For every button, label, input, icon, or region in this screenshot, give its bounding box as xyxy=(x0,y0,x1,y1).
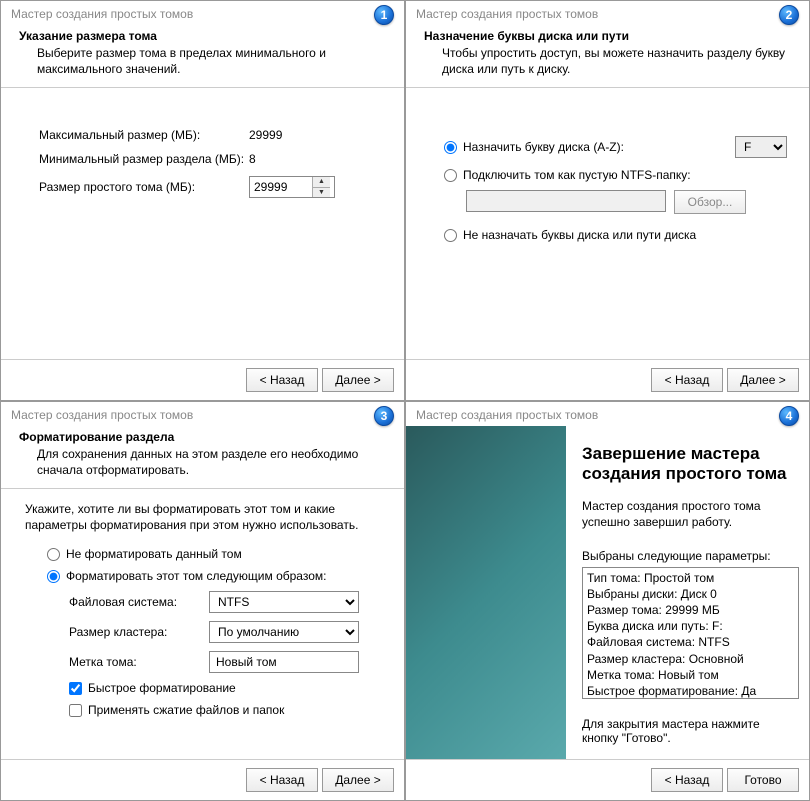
list-item: Буква диска или путь: F: xyxy=(587,618,794,634)
max-size-label: Максимальный размер (МБ): xyxy=(39,128,249,142)
browse-button: Обзор... xyxy=(674,190,746,214)
max-size-value: 29999 xyxy=(249,128,282,142)
min-size-label: Минимальный размер раздела (МБ): xyxy=(39,152,249,166)
wizard-step-drive-letter: Мастер создания простых томов 2 Назначен… xyxy=(405,0,810,401)
step-badge-1: 1 xyxy=(374,5,394,25)
volume-size-spinner[interactable]: ▲ ▼ xyxy=(249,176,335,198)
step-badge-2: 2 xyxy=(779,5,799,25)
back-button[interactable]: < Назад xyxy=(246,368,318,392)
quick-format-label: Быстрое форматирование xyxy=(88,681,236,695)
list-item: Размер кластера: Основной xyxy=(587,651,794,667)
no-assign-radio[interactable] xyxy=(444,229,457,242)
window-title: Мастер создания простых томов xyxy=(1,1,404,25)
cluster-label: Размер кластера: xyxy=(69,625,209,639)
compress-label: Применять сжатие файлов и папок xyxy=(88,703,284,717)
footer: < Назад Далее > xyxy=(406,359,809,400)
close-hint: Для закрытия мастера нажмите кнопку "Гот… xyxy=(582,717,799,745)
header: Указание размера тома Выберите размер то… xyxy=(1,25,404,87)
body: Максимальный размер (МБ): 29999 Минималь… xyxy=(1,88,404,358)
mount-path-input xyxy=(466,190,666,212)
header-title: Форматирование раздела xyxy=(19,430,386,444)
finish-title: Завершение мастера создания простого том… xyxy=(582,444,799,485)
compress-checkbox[interactable] xyxy=(69,704,82,717)
body: Назначить букву диска (A-Z): F Подключит… xyxy=(406,88,809,358)
header-desc: Для сохранения данных на этом разделе ег… xyxy=(19,446,386,478)
params-listbox[interactable]: Тип тома: Простой том Выбраны диски: Дис… xyxy=(582,567,799,699)
step-badge-4: 4 xyxy=(779,406,799,426)
next-button[interactable]: Далее > xyxy=(322,768,394,792)
footer: < Назад Далее > xyxy=(1,759,404,800)
step-badge-3: 3 xyxy=(374,406,394,426)
assign-letter-label: Назначить букву диска (A-Z): xyxy=(463,140,624,154)
spinner-up[interactable]: ▲ xyxy=(313,177,330,188)
footer: < Назад Готово xyxy=(406,759,809,800)
header-title: Указание размера тома xyxy=(19,29,386,43)
header: Форматирование раздела Для сохранения да… xyxy=(1,426,404,488)
list-item: Выбраны диски: Диск 0 xyxy=(587,586,794,602)
volume-label-label: Метка тома: xyxy=(69,655,209,669)
list-item: Тип тома: Простой том xyxy=(587,570,794,586)
volume-size-label: Размер простого тома (МБ): xyxy=(39,180,249,194)
back-button[interactable]: < Назад xyxy=(651,768,723,792)
min-size-value: 8 xyxy=(249,152,256,166)
mount-folder-label: Подключить том как пустую NTFS-папку: xyxy=(463,168,691,182)
format-radio[interactable] xyxy=(47,570,60,583)
body: Укажите, хотите ли вы форматировать этот… xyxy=(1,489,404,759)
cluster-select[interactable]: По умолчанию xyxy=(209,621,359,643)
window-title: Мастер создания простых томов xyxy=(406,402,809,426)
header-desc: Чтобы упростить доступ, вы можете назнач… xyxy=(424,45,791,77)
header: Назначение буквы диска или пути Чтобы уп… xyxy=(406,25,809,87)
no-assign-label: Не назначать буквы диска или пути диска xyxy=(463,228,696,242)
drive-letter-select[interactable]: F xyxy=(735,136,787,158)
header-title: Назначение буквы диска или пути xyxy=(424,29,791,43)
next-button[interactable]: Далее > xyxy=(322,368,394,392)
finish-content: Завершение мастера создания простого том… xyxy=(566,426,809,760)
finish-button[interactable]: Готово xyxy=(727,768,799,792)
wizard-step-finish: Мастер создания простых томов 4 Завершен… xyxy=(405,401,810,801)
no-format-label: Не форматировать данный том xyxy=(66,547,242,561)
list-item: Метка тома: Новый том xyxy=(587,667,794,683)
filesystem-label: Файловая система: xyxy=(69,595,209,609)
wizard-step-size: Мастер создания простых томов 1 Указание… xyxy=(0,0,405,401)
back-button[interactable]: < Назад xyxy=(246,768,318,792)
volume-size-input[interactable] xyxy=(250,177,312,197)
list-item: Размер тома: 29999 МБ xyxy=(587,602,794,618)
quick-format-checkbox[interactable] xyxy=(69,682,82,695)
finish-message: Мастер создания простого тома успешно за… xyxy=(582,498,799,530)
back-button[interactable]: < Назад xyxy=(651,368,723,392)
no-format-radio[interactable] xyxy=(47,548,60,561)
next-button[interactable]: Далее > xyxy=(727,368,799,392)
window-title: Мастер создания простых томов xyxy=(1,402,404,426)
assign-letter-radio[interactable] xyxy=(444,141,457,154)
list-item: Файловая система: NTFS xyxy=(587,634,794,650)
footer: < Назад Далее > xyxy=(1,359,404,400)
wizard-step-format: Мастер создания простых томов 3 Форматир… xyxy=(0,401,405,801)
params-label: Выбраны следующие параметры: xyxy=(582,549,799,563)
mount-folder-radio[interactable] xyxy=(444,169,457,182)
volume-label-input[interactable] xyxy=(209,651,359,673)
filesystem-select[interactable]: NTFS xyxy=(209,591,359,613)
format-prompt: Укажите, хотите ли вы форматировать этот… xyxy=(25,501,382,533)
spinner-down[interactable]: ▼ xyxy=(313,188,330,198)
window-title: Мастер создания простых томов xyxy=(406,1,809,25)
list-item: Быстрое форматирование: Да xyxy=(587,683,794,699)
format-label: Форматировать этот том следующим образом… xyxy=(66,569,326,583)
side-banner xyxy=(406,426,566,760)
header-desc: Выберите размер тома в пределах минималь… xyxy=(19,45,386,77)
